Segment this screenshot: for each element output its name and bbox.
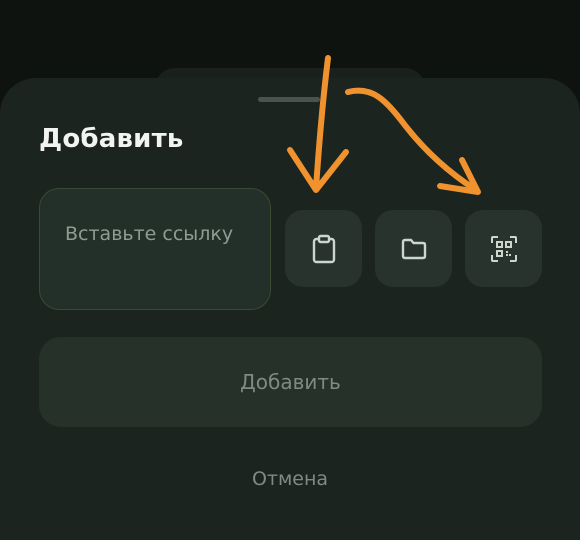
drag-handle[interactable]	[258, 97, 320, 102]
open-folder-button[interactable]	[375, 210, 452, 287]
add-button[interactable]: Добавить	[39, 337, 542, 427]
screen: Добавить Вставьте ссылку Добавить Отмена	[0, 0, 580, 540]
sheet-title: Добавить	[39, 124, 184, 154]
cancel-button[interactable]: Отмена	[190, 464, 390, 494]
add-button-label: Добавить	[240, 370, 341, 394]
paste-clipboard-button[interactable]	[285, 210, 362, 287]
link-input[interactable]: Вставьте ссылку	[39, 188, 271, 310]
clipboard-icon	[312, 234, 335, 263]
qr-code-icon	[490, 235, 517, 262]
link-input-placeholder: Вставьте ссылку	[65, 223, 234, 245]
folder-icon	[401, 238, 426, 259]
scan-qr-button[interactable]	[465, 210, 542, 287]
